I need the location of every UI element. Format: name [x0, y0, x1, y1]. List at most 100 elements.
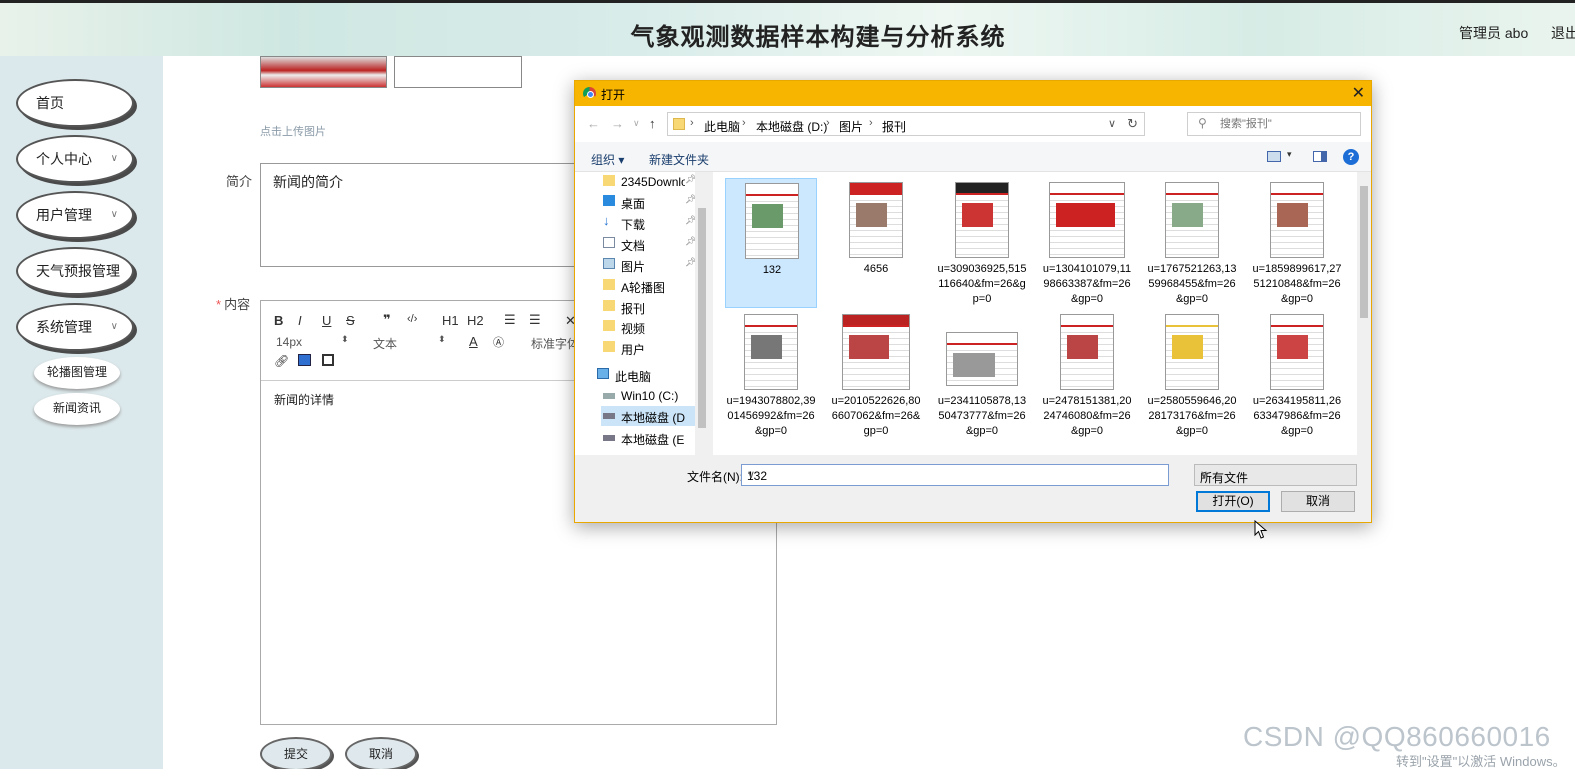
chevron-down-icon[interactable]: ∨: [747, 468, 1164, 481]
file-item[interactable]: u=309036925,515116640&fm=26&gp=0: [936, 178, 1028, 308]
file-item[interactable]: u=1859899617,2751210848&fm=26&gp=0: [1251, 178, 1343, 308]
file-list-scrollbar[interactable]: [1357, 172, 1371, 455]
heading2-icon[interactable]: H2: [467, 313, 484, 328]
download-icon: ↓: [603, 213, 610, 228]
tree-item-carousel-folder[interactable]: A轮播图: [601, 276, 709, 296]
file-item[interactable]: u=2478151381,2024746080&fm=26&gp=0: [1041, 310, 1133, 440]
upload-hint[interactable]: 点击上传图片: [260, 123, 326, 139]
tree-item-videos[interactable]: 视频: [601, 317, 709, 337]
background-color-icon[interactable]: Ⓐ: [493, 334, 504, 350]
forward-arrow-icon[interactable]: →: [611, 116, 624, 131]
thumbnail: [842, 314, 910, 390]
cancel-button[interactable]: 取消: [345, 737, 417, 769]
chevron-down-icon[interactable]: ∨: [1108, 117, 1116, 130]
change-view-icon[interactable]: [1267, 151, 1281, 162]
preview-pane-icon[interactable]: [1313, 151, 1327, 162]
tree-item-newspapers[interactable]: 报刊: [601, 297, 709, 317]
dialog-titlebar[interactable]: 打开 ✕: [575, 81, 1371, 106]
sidebar-item-system-management[interactable]: 系统管理 ∨: [16, 303, 134, 351]
font-size-select[interactable]: 14px: [276, 335, 302, 349]
select-arrows-icon: ⬍: [438, 334, 446, 344]
sidebar-item-weather-forecast[interactable]: 天气预报管理 ∨: [16, 247, 134, 295]
tree-scrollbar[interactable]: [695, 172, 709, 455]
underline-icon[interactable]: U: [322, 313, 331, 328]
organize-menu[interactable]: 组织 ▾: [591, 151, 624, 168]
paragraph-select[interactable]: 文本: [373, 335, 397, 352]
back-arrow-icon[interactable]: ←: [587, 116, 600, 131]
scrollbar-thumb[interactable]: [698, 208, 706, 428]
chrome-icon: [583, 87, 596, 100]
file-item[interactable]: u=2010522626,806607062&fm=26&gp=0: [830, 310, 922, 440]
thumbnail: [1270, 182, 1324, 258]
italic-icon[interactable]: I: [298, 313, 302, 328]
refresh-icon[interactable]: ↻: [1127, 116, 1138, 132]
scrollbar-thumb[interactable]: [1360, 186, 1368, 318]
sidebar-item-user-management[interactable]: 用户管理 ∨: [16, 191, 134, 239]
ordered-list-icon[interactable]: ☰: [504, 312, 516, 328]
tree-item-drive-d[interactable]: 本地磁盘 (D:): [601, 406, 709, 426]
recent-dropdown-icon[interactable]: ∨: [633, 118, 640, 129]
view-dropdown-icon[interactable]: ▾: [1287, 149, 1292, 160]
breadcrumb-newspapers[interactable]: 报刊: [882, 118, 906, 135]
address-bar[interactable]: › 此电脑 › 本地磁盘 (D:) › 图片 › 报刊 ∨ ↻: [667, 112, 1145, 136]
upload-image-slot[interactable]: [394, 56, 522, 88]
tree-item-documents[interactable]: 文档 📌︎: [601, 234, 709, 254]
heading1-icon[interactable]: H1: [442, 313, 459, 328]
tree-item-pictures[interactable]: 图片 📌︎: [601, 255, 709, 275]
dialog-cancel-button[interactable]: 取消: [1281, 491, 1355, 512]
image-icon[interactable]: [298, 354, 311, 366]
logout-link[interactable]: 退出: [1551, 23, 1575, 43]
up-arrow-icon[interactable]: ↑: [649, 116, 656, 131]
intro-textarea[interactable]: 新闻的简介: [260, 163, 580, 267]
computer-icon: [597, 368, 609, 379]
video-icon[interactable]: [322, 354, 334, 366]
sidebar-subitem-news[interactable]: 新闻资讯: [34, 393, 120, 425]
help-icon[interactable]: ?: [1343, 149, 1359, 165]
tree-item-this-pc[interactable]: 此电脑: [595, 365, 703, 385]
file-item[interactable]: u=1304101079,1198663387&fm=26&gp=0: [1041, 178, 1133, 308]
file-item[interactable]: u=2341105878,1350473777&fm=26&gp=0: [936, 310, 1028, 440]
tree-item-users[interactable]: 用户: [601, 338, 709, 358]
file-item[interactable]: 132: [725, 178, 817, 308]
bullet-list-icon[interactable]: ☰: [529, 312, 541, 328]
strikethrough-icon[interactable]: S: [346, 313, 355, 328]
code-icon[interactable]: ‹/›: [407, 313, 417, 325]
tree-item-drive-e[interactable]: 本地磁盘 (E:): [601, 428, 709, 448]
open-file-dialog: 打开 ✕ ← → ∨ ↑ › 此电脑 › 本地磁盘 (D:) › 图片 › 报刊…: [574, 80, 1372, 523]
breadcrumb-pictures[interactable]: 图片: [839, 118, 863, 135]
submit-button[interactable]: 提交: [260, 737, 332, 769]
command-bar: 组织 ▾ 新建文件夹 ▾ ?: [575, 142, 1371, 172]
address-row: ← → ∨ ↑ › 此电脑 › 本地磁盘 (D:) › 图片 › 报刊 ∨ ↻ …: [575, 106, 1371, 142]
font-family-select[interactable]: 标准字体: [531, 335, 575, 352]
tree-item-downloads[interactable]: ↓ 下载 📌︎: [601, 213, 709, 233]
tree-item-desktop[interactable]: 桌面 📌︎: [601, 192, 709, 212]
file-item[interactable]: u=2580559646,2028173176&fm=26&gp=0: [1146, 310, 1238, 440]
tree-item-drive-c[interactable]: Win10 (C:): [601, 386, 709, 406]
uploaded-image-thumbnail[interactable]: [260, 56, 387, 88]
open-button[interactable]: 打开(O): [1196, 491, 1270, 512]
file-item[interactable]: u=1943078802,3901456992&fm=26&gp=0: [725, 310, 817, 440]
font-color-icon[interactable]: A: [469, 334, 478, 349]
thumbnail: [946, 332, 1018, 386]
close-icon[interactable]: ✕: [1352, 83, 1365, 103]
sidebar-subitem-carousel[interactable]: 轮播图管理: [34, 357, 120, 389]
file-item[interactable]: 4656: [830, 178, 922, 308]
required-mark: *: [216, 297, 222, 312]
sidebar-item-home[interactable]: 首页: [16, 79, 134, 127]
search-input[interactable]: [1220, 116, 1350, 132]
blockquote-icon[interactable]: ❞: [383, 312, 391, 328]
new-folder-button[interactable]: 新建文件夹: [649, 151, 709, 168]
bold-icon[interactable]: B: [274, 313, 283, 328]
breadcrumb-drive-d[interactable]: 本地磁盘 (D:): [756, 118, 827, 135]
tree-item-2345downloads[interactable]: 2345Downloads📌︎: [601, 172, 709, 192]
breadcrumb-this-pc[interactable]: 此电脑: [704, 118, 740, 135]
filetype-select[interactable]: 所有文件 ∨: [1194, 464, 1357, 486]
sidebar-item-personal-center[interactable]: 个人中心 ∨: [16, 135, 134, 183]
sidebar-item-label: 个人中心: [36, 151, 92, 167]
file-item[interactable]: u=2634195811,2663347986&fm=26&gp=0: [1251, 310, 1343, 440]
drive-icon: [603, 393, 615, 399]
link-icon[interactable]: 🔗︎: [274, 354, 289, 368]
filename-input[interactable]: 132 ∨: [741, 464, 1169, 486]
file-item[interactable]: u=1767521263,1359968455&fm=26&gp=0: [1146, 178, 1238, 308]
search-box[interactable]: ⚲: [1187, 112, 1361, 136]
